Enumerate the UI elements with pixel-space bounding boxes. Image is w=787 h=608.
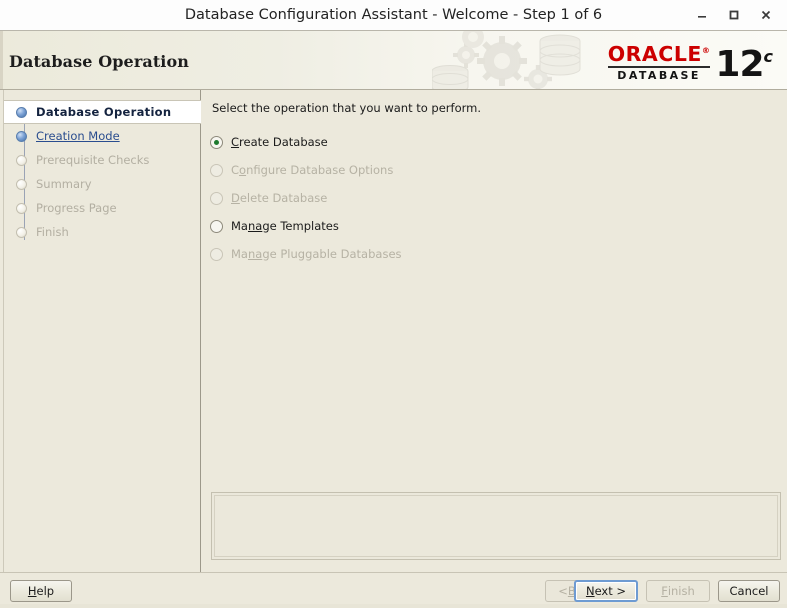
sidebar-item-label: Database Operation — [36, 105, 172, 119]
maximize-icon[interactable] — [719, 1, 749, 29]
close-icon[interactable] — [751, 1, 781, 29]
radio-option-create-database[interactable]: Create Database — [210, 128, 630, 156]
step-list: Database Operation Creation Mode Prerequ… — [4, 100, 201, 244]
cancel-button[interactable]: Cancel — [718, 580, 780, 602]
oracle-product-label: DATABASE — [617, 68, 701, 82]
step-node-icon — [16, 106, 27, 118]
header-left-edge — [0, 31, 3, 89]
radio-button-icon — [210, 247, 223, 261]
step-node-icon — [16, 154, 27, 166]
radio-option-label: Create Database — [231, 135, 328, 149]
sidebar-inner: Database Operation Creation Mode Prerequ… — [3, 90, 201, 572]
content-panel: Select the operation that you want to pe… — [202, 90, 787, 572]
sidebar-item-database-operation[interactable]: Database Operation — [4, 100, 201, 124]
oracle-version-suffix: c — [763, 47, 773, 66]
sidebar-item-label: Summary — [36, 177, 92, 191]
radio-option-manage-templates[interactable]: Manage Templates — [210, 212, 630, 240]
step-node-icon — [16, 130, 27, 142]
radio-button-icon — [210, 163, 223, 177]
radio-button-icon[interactable] — [210, 135, 223, 149]
operation-radio-group: Create Database Configure Database Optio… — [210, 128, 630, 268]
help-button[interactable]: Help — [10, 580, 72, 602]
finish-button: Finish — [646, 580, 710, 602]
sidebar-item-progress-page: Progress Page — [4, 196, 201, 220]
oracle-logo-text: ORACLE® DATABASE — [607, 40, 711, 82]
window-bottom-edge — [0, 604, 787, 608]
sidebar-item-label: Prerequisite Checks — [36, 153, 150, 167]
gears-and-database-graphic — [432, 31, 604, 89]
radio-option-label: Manage Pluggable Databases — [231, 247, 402, 261]
radio-selected-dot-icon — [214, 139, 219, 145]
sidebar-item-prerequisite-checks: Prerequisite Checks — [4, 148, 201, 172]
registered-mark-icon: ® — [701, 46, 711, 56]
oracle-version-number: 12 — [715, 44, 764, 85]
radio-option-label: Configure Database Options — [231, 163, 394, 177]
page-title: Database Operation — [9, 52, 189, 71]
window-title: Database Configuration Assistant - Welco… — [184, 7, 603, 23]
step-node-icon — [16, 226, 27, 238]
message-panel — [211, 492, 781, 560]
sidebar-item-creation-mode[interactable]: Creation Mode — [4, 124, 201, 148]
oracle-brand-label: ORACLE — [607, 41, 702, 66]
step-node-icon — [16, 202, 27, 214]
oracle-brand: ORACLE® — [608, 40, 711, 65]
instruction-text: Select the operation that you want to pe… — [212, 101, 482, 115]
sidebar-item-finish: Finish — [4, 220, 201, 244]
radio-option-label: Delete Database — [231, 191, 328, 205]
radio-option-manage-pluggable-databases: Manage Pluggable Databases — [210, 240, 630, 268]
sidebar: Database Operation Creation Mode Prerequ… — [0, 90, 201, 572]
body-area: Database Operation Creation Mode Prerequ… — [0, 90, 787, 572]
radio-option-configure-database-options: Configure Database Options — [210, 156, 630, 184]
sidebar-item-label: Finish — [36, 225, 69, 239]
dbca-window: Database Configuration Assistant - Welco… — [0, 0, 787, 608]
window-controls — [687, 0, 781, 30]
page-header: Database Operation ORACLE® DATABASE 12c — [0, 31, 787, 90]
step-node-icon — [16, 178, 27, 190]
sidebar-item-label: Progress Page — [36, 201, 117, 215]
next-button[interactable]: Next > — [574, 580, 638, 602]
oracle-version: 12c — [715, 38, 773, 84]
radio-button-icon — [210, 191, 223, 205]
minimize-icon[interactable] — [687, 1, 717, 29]
sidebar-item-summary: Summary — [4, 172, 201, 196]
button-bar: Help < Back Next > Finish Cancel — [0, 572, 787, 608]
radio-option-delete-database: Delete Database — [210, 184, 630, 212]
oracle-logo: ORACLE® DATABASE 12c — [607, 37, 773, 85]
title-bar: Database Configuration Assistant - Welco… — [0, 0, 787, 31]
sidebar-item-label: Creation Mode — [36, 129, 120, 143]
logo-divider — [607, 65, 711, 68]
radio-option-label: Manage Templates — [231, 219, 339, 233]
radio-button-icon[interactable] — [210, 219, 223, 233]
message-panel-inner — [214, 495, 778, 557]
